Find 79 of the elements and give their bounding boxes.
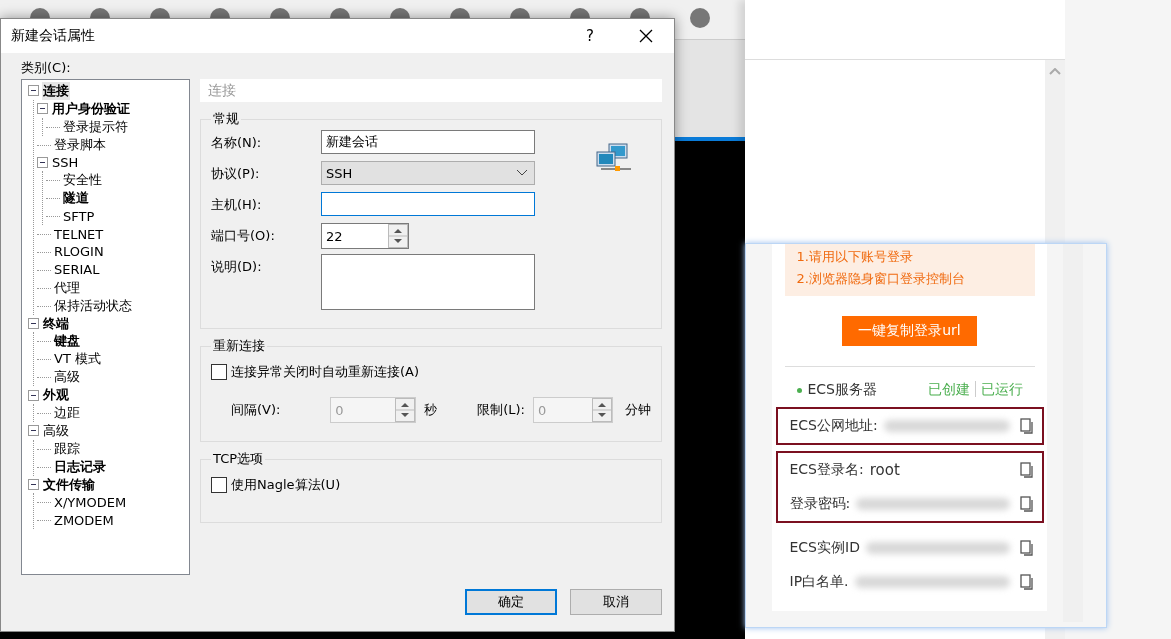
unit-label: 秒 bbox=[424, 401, 438, 419]
tree-item[interactable]: 登录提示符 bbox=[62, 117, 129, 136]
tree-item[interactable]: X/YMODEM bbox=[53, 494, 128, 510]
dialog-button[interactable]: 取消 bbox=[570, 589, 662, 615]
collapse-icon[interactable] bbox=[28, 318, 39, 329]
collapse-icon[interactable] bbox=[37, 103, 48, 115]
info-label: ECS登录名: bbox=[789, 461, 864, 479]
info-label: ECS实例ID bbox=[789, 539, 860, 557]
tree-item[interactable]: RLOGIN bbox=[53, 244, 105, 260]
checkbox-label: 连接异常关闭时自动重新连接(A) bbox=[231, 363, 420, 381]
notice-text: 2.浏览器隐身窗口登录控制台 bbox=[796, 270, 966, 288]
tree-item[interactable]: 文件传输 bbox=[42, 475, 96, 494]
description-field[interactable] bbox=[321, 254, 535, 310]
status-text: 已创建 bbox=[927, 381, 970, 397]
tree-item[interactable]: SERIAL bbox=[53, 262, 101, 278]
tree-item[interactable]: 保持活动状态 bbox=[53, 296, 133, 315]
category-label: 类别(C): bbox=[21, 59, 72, 77]
dialog-button[interactable]: 确定 bbox=[465, 589, 557, 615]
group-title: 重新连接 bbox=[212, 337, 266, 355]
tree-item[interactable]: VT 模式 bbox=[53, 350, 102, 369]
tree-item[interactable]: 登录脚本 bbox=[53, 135, 107, 154]
tree-item[interactable]: TELNET bbox=[53, 226, 105, 242]
notice-text: 1.请用以下账号登录 bbox=[796, 248, 914, 266]
help-button[interactable]: ? bbox=[562, 19, 618, 53]
group-title: TCP选项 bbox=[212, 450, 265, 468]
field-label: 主机(H): bbox=[211, 196, 263, 214]
tree-item[interactable]: 隧道 bbox=[62, 189, 90, 208]
field-label: 限制(L): bbox=[477, 401, 525, 419]
port-spinbox[interactable]: 22 bbox=[321, 223, 409, 249]
protocol-dropdown[interactable]: SSH bbox=[321, 161, 535, 185]
tree-item[interactable]: 用户身份验证 bbox=[51, 99, 131, 118]
checkbox[interactable] bbox=[211, 364, 227, 380]
collapse-icon[interactable] bbox=[28, 425, 39, 437]
tree-item[interactable]: 跟踪 bbox=[53, 439, 81, 458]
scrollbar[interactable] bbox=[1063, 244, 1083, 622]
tree-item[interactable]: 高级 bbox=[42, 421, 70, 440]
tree-item[interactable]: SSH bbox=[51, 155, 80, 170]
unit-label: 分钟 bbox=[625, 401, 651, 419]
tree-item[interactable]: SFTP bbox=[62, 208, 96, 224]
collapse-icon[interactable] bbox=[37, 157, 48, 168]
collapse-icon[interactable] bbox=[28, 479, 39, 491]
page-header: 连接 bbox=[200, 79, 662, 102]
checkbox-label: 使用Nagle算法(U) bbox=[231, 476, 341, 494]
collapse-icon[interactable] bbox=[28, 85, 39, 97]
chevron-down-icon bbox=[516, 169, 528, 177]
copy-icon[interactable] bbox=[1019, 418, 1034, 434]
info-value: root bbox=[869, 461, 901, 479]
copy-icon[interactable] bbox=[1019, 574, 1034, 590]
spin-arrows-icon[interactable] bbox=[388, 224, 408, 248]
close-icon bbox=[639, 29, 653, 43]
text-field[interactable] bbox=[321, 192, 535, 216]
server-label: ECS服务器 bbox=[796, 381, 877, 399]
info-label: ECS公网地址: bbox=[789, 417, 878, 435]
info-label: IP白名单. bbox=[789, 573, 849, 591]
tree-item[interactable]: 代理 bbox=[53, 278, 81, 297]
tree-item[interactable]: 外观 bbox=[42, 386, 70, 405]
tree-item[interactable]: 高级 bbox=[53, 368, 81, 387]
copy-icon[interactable] bbox=[1019, 462, 1034, 478]
tree-item[interactable]: 终端 bbox=[42, 314, 70, 333]
tree-item[interactable]: 安全性 bbox=[62, 171, 103, 190]
checkbox[interactable] bbox=[211, 477, 227, 493]
tree-item[interactable]: 键盘 bbox=[53, 332, 81, 351]
tree-item[interactable]: 日志记录 bbox=[53, 457, 107, 476]
field-label: 说明(D): bbox=[211, 258, 263, 276]
status-text: 已运行 bbox=[974, 381, 1023, 397]
tree-item[interactable]: 连接 bbox=[42, 81, 70, 100]
copy-icon[interactable] bbox=[1019, 496, 1034, 512]
tree-item[interactable]: ZMODEM bbox=[53, 512, 115, 528]
info-label: 登录密码: bbox=[789, 495, 851, 513]
field-label: 名称(N): bbox=[211, 134, 263, 152]
field-label: 端口号(O): bbox=[211, 227, 276, 245]
field-label: 协议(P): bbox=[211, 165, 261, 183]
field-label: 间隔(V): bbox=[231, 401, 282, 419]
group-title: 常规 bbox=[212, 110, 240, 128]
collapse-icon[interactable] bbox=[28, 389, 39, 401]
tree-item[interactable]: 边距 bbox=[53, 404, 81, 422]
copy-icon[interactable] bbox=[1019, 540, 1034, 556]
text-field[interactable]: 新建会话 bbox=[321, 130, 535, 154]
window-title: 新建会话属性 bbox=[11, 27, 96, 45]
